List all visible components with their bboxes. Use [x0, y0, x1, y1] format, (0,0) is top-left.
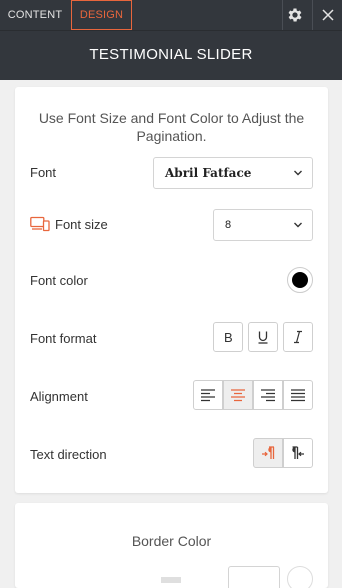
underline-icon — [258, 331, 268, 344]
font-size-label: Font size — [55, 217, 108, 232]
font-select-value: Abril Fatface — [165, 166, 252, 180]
chevron-down-icon — [294, 170, 302, 176]
direction-ltr-button[interactable] — [253, 438, 283, 468]
font-size-value: 8 — [225, 219, 232, 231]
font-size-select[interactable]: 8 — [213, 209, 313, 241]
gear-icon[interactable] — [286, 6, 304, 24]
rtl-direction-icon — [292, 446, 304, 459]
border-color-picker[interactable] — [287, 566, 313, 588]
align-center-button[interactable] — [223, 380, 253, 410]
alignment-label: Alignment — [30, 389, 88, 404]
font-color-picker[interactable] — [287, 267, 313, 293]
resize-handle-icon[interactable] — [161, 577, 181, 583]
chevron-down-icon — [294, 222, 302, 228]
font-color-label: Font color — [30, 273, 88, 288]
font-select[interactable]: Abril Fatface — [153, 157, 313, 189]
direction-rtl-button[interactable] — [283, 438, 313, 468]
divider — [282, 0, 283, 30]
italic-icon — [294, 330, 302, 344]
tab-design[interactable]: DESIGN — [71, 0, 132, 30]
align-right-button[interactable] — [253, 380, 283, 410]
color-swatch-fill — [292, 272, 308, 288]
text-direction-label: Text direction — [30, 447, 107, 462]
align-right-icon — [261, 389, 275, 402]
align-justify-button[interactable] — [283, 380, 313, 410]
ltr-direction-icon — [262, 446, 275, 459]
font-label: Font — [30, 165, 57, 180]
panel-title-bar: TESTIMONIAL SLIDER — [0, 30, 342, 80]
close-icon[interactable] — [320, 7, 336, 23]
panel-title: TESTIMONIAL SLIDER — [89, 46, 253, 63]
divider — [312, 0, 313, 30]
tab-content[interactable]: CONTENT — [0, 0, 70, 30]
underline-button[interactable] — [248, 322, 278, 352]
italic-button[interactable] — [283, 322, 313, 352]
pagination-settings-card: Use Font Size and Font Color to Adjust t… — [15, 87, 328, 493]
border-color-title: Border Color — [131, 533, 212, 549]
align-left-button[interactable] — [193, 380, 223, 410]
svg-text:B: B — [224, 330, 233, 345]
bold-icon: B — [224, 330, 233, 345]
border-color-card: Border Color — [15, 503, 328, 588]
border-style-select[interactable] — [228, 566, 280, 588]
top-tab-bar: CONTENT DESIGN — [0, 0, 342, 30]
align-center-icon — [231, 389, 245, 402]
intro-text: Use Font Size and Font Color to Adjust t… — [38, 110, 305, 144]
bold-button[interactable]: B — [213, 322, 243, 352]
align-left-icon — [201, 389, 215, 402]
align-justify-icon — [291, 389, 305, 402]
font-format-label: Font format — [30, 331, 97, 346]
responsive-devices-icon[interactable] — [30, 216, 50, 232]
